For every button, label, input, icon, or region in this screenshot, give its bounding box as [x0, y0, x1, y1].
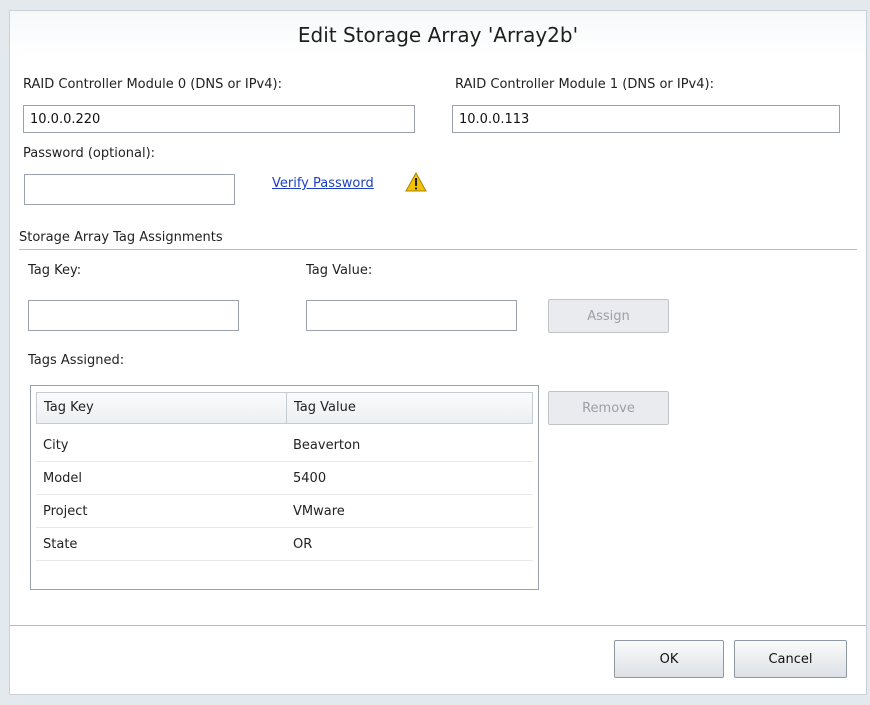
tag-value-cell: VMware — [293, 504, 345, 519]
tag-value-cell: Beaverton — [293, 438, 361, 453]
edit-storage-array-dialog: Edit Storage Array 'Array2b' RAID Contro… — [9, 10, 867, 695]
controller1-input[interactable] — [452, 105, 840, 133]
controller1-label: RAID Controller Module 1 (DNS or IPv4): — [455, 77, 714, 92]
tags-assigned-table: Tag Key Tag Value City Beaverton Model 5… — [30, 385, 539, 590]
tag-key-cell: City — [43, 438, 69, 453]
tag-key-cell: Project — [43, 504, 88, 519]
column-header-tag-key[interactable]: Tag Key — [44, 393, 94, 423]
controller0-input[interactable] — [23, 105, 415, 133]
password-field[interactable] — [24, 174, 235, 205]
table-row[interactable]: Model 5400 — [36, 462, 533, 495]
table-row[interactable]: State OR — [36, 528, 533, 561]
ok-button[interactable]: OK — [614, 640, 724, 678]
column-header-tag-value[interactable]: Tag Value — [294, 393, 356, 423]
section-divider — [19, 249, 857, 250]
tag-key-cell: State — [43, 537, 78, 552]
column-separator — [286, 393, 287, 423]
controller0-label: RAID Controller Module 0 (DNS or IPv4): — [23, 77, 282, 92]
table-header: Tag Key Tag Value — [36, 392, 533, 424]
tag-key-input[interactable] — [28, 300, 239, 331]
table-row[interactable]: City Beaverton — [36, 429, 533, 462]
remove-button[interactable]: Remove — [548, 391, 669, 425]
warning-triangle-icon — [405, 172, 427, 192]
tag-value-cell: OR — [293, 537, 313, 552]
tag-value-cell: 5400 — [293, 471, 327, 486]
tag-value-label: Tag Value: — [306, 263, 373, 278]
footer-divider — [10, 625, 866, 626]
password-label: Password (optional): — [23, 146, 156, 161]
assign-button[interactable]: Assign — [548, 299, 669, 333]
cancel-button[interactable]: Cancel — [734, 640, 847, 678]
tags-assigned-label: Tags Assigned: — [28, 353, 125, 368]
verify-password-link[interactable]: Verify Password — [272, 176, 374, 191]
dialog-title: Edit Storage Array 'Array2b' — [10, 11, 866, 55]
tag-section-title: Storage Array Tag Assignments — [19, 230, 223, 245]
table-row[interactable]: Project VMware — [36, 495, 533, 528]
tag-key-cell: Model — [43, 471, 83, 486]
tag-key-label: Tag Key: — [28, 263, 82, 278]
tag-value-input[interactable] — [306, 300, 517, 331]
